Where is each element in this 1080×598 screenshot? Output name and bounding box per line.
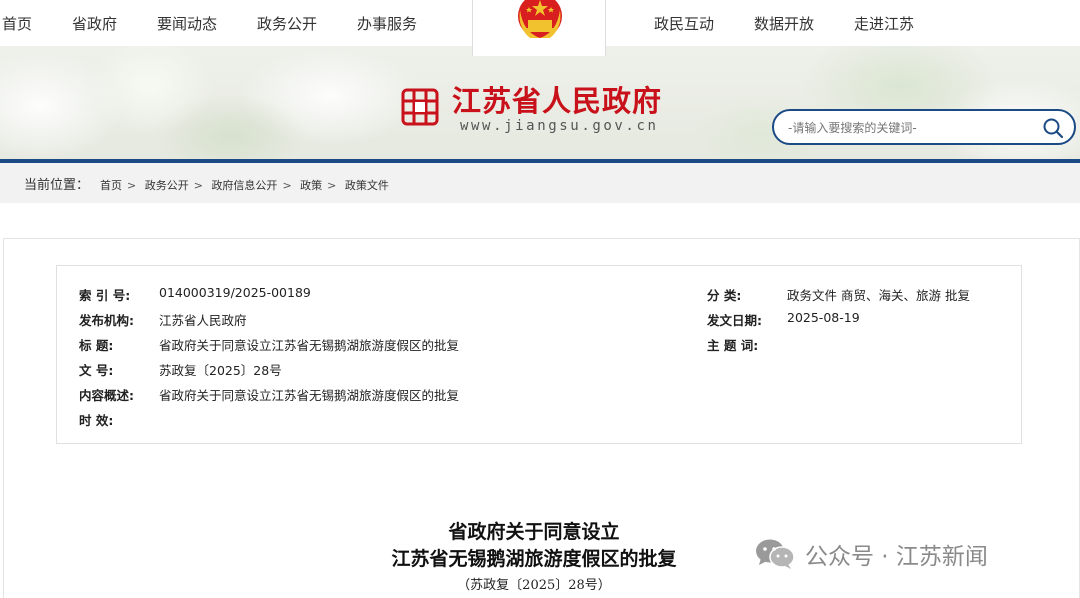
meta-value-index: 014000319/2025-00189 <box>159 285 311 300</box>
nav-item-about-jiangsu[interactable]: 走进江苏 <box>854 13 914 34</box>
meta-value-docno: 苏政复〔2025〕28号 <box>159 363 282 378</box>
meta-label-docno: 文 号: <box>79 363 114 378</box>
breadcrumb-label: 当前位置： <box>24 178 90 193</box>
breadcrumb-separator: > <box>193 179 203 192</box>
meta-label-title: 标 题: <box>79 338 114 353</box>
nav-item-interaction[interactable]: 政民互动 <box>654 13 714 34</box>
meta-value-date: 2025-08-19 <box>787 310 860 325</box>
meta-value-summary: 省政府关于同意设立江苏省无锡鹅湖旅游度假区的批复 <box>159 388 460 403</box>
meta-label-subject: 主 题 词: <box>707 338 759 353</box>
document-metadata-table: 索 引 号: 014000319/2025-00189 发布机构: 江苏省人民政… <box>56 265 1022 444</box>
breadcrumb-trail: 首页 > 政务公开 > 政府信息公开 > 政策 > 政策文件 <box>100 177 394 193</box>
site-url: www.jiangsu.gov.cn <box>460 118 659 134</box>
meta-label-summary: 内容概述: <box>79 388 134 403</box>
breadcrumb-separator: > <box>127 179 137 192</box>
search-input[interactable] <box>788 119 1028 137</box>
nav-item-provincial-gov[interactable]: 省政府 <box>72 13 117 34</box>
nav-item-open-data[interactable]: 数据开放 <box>754 13 814 34</box>
breadcrumb-item-home[interactable]: 首页 <box>100 179 122 192</box>
breadcrumb-separator: > <box>282 179 292 192</box>
breadcrumb: 当前位置： 首页 > 政务公开 > 政府信息公开 > 政策 > 政策文件 <box>0 163 1080 203</box>
nav-item-gov-affairs[interactable]: 政务公开 <box>257 13 317 34</box>
emblem-tab <box>472 0 606 56</box>
emblem-tab-pointer <box>499 38 579 56</box>
site-name: 江苏省人民政府 <box>452 84 663 118</box>
breadcrumb-item-info-disclosure[interactable]: 政府信息公开 <box>211 179 277 192</box>
jiangsu-logo-icon <box>401 88 439 126</box>
meta-label-date: 发文日期: <box>707 313 762 328</box>
meta-label-category: 分 类: <box>707 288 742 303</box>
search-box <box>772 109 1076 145</box>
nav-item-home[interactable]: 首页 <box>2 13 32 34</box>
meta-value-issuer: 江苏省人民政府 <box>159 313 247 328</box>
meta-label-issuer: 发布机构: <box>79 313 134 328</box>
wechat-icon <box>756 539 795 569</box>
watermark-text: 公众号 · 江苏新闻 <box>805 544 988 570</box>
meta-label-validity: 时 效: <box>79 413 114 428</box>
breadcrumb-item-policy[interactable]: 政策 <box>300 179 322 192</box>
watermark: 公众号 · 江苏新闻 <box>755 536 988 572</box>
nav-item-services[interactable]: 办事服务 <box>357 13 417 34</box>
meta-label-index: 索 引 号: <box>79 288 131 303</box>
meta-value-category: 政务文件 商贸、海关、旅游 批复 <box>787 288 970 303</box>
nav-item-news[interactable]: 要闻动态 <box>157 13 217 34</box>
document-number: （苏政复〔2025〕28号） <box>457 578 611 593</box>
search-icon[interactable] <box>1042 117 1064 139</box>
breadcrumb-item-policy-docs[interactable]: 政策文件 <box>345 179 389 192</box>
meta-value-title: 省政府关于同意设立江苏省无锡鹅湖旅游度假区的批复 <box>159 338 460 353</box>
breadcrumb-separator: > <box>327 179 337 192</box>
breadcrumb-item-gov-affairs[interactable]: 政务公开 <box>145 179 189 192</box>
